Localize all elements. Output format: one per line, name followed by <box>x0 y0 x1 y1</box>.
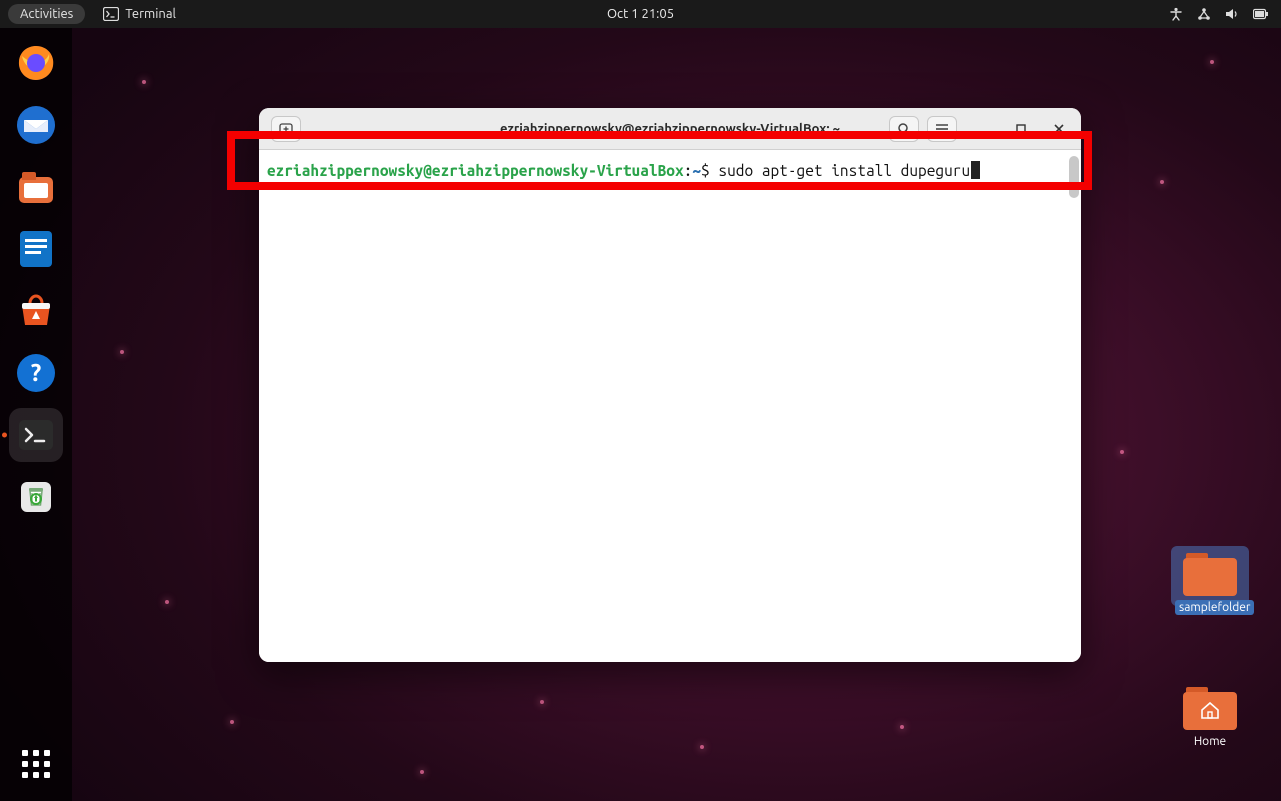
command-text: sudo apt-get install dupeguru <box>718 162 970 179</box>
decorative-star <box>142 80 146 84</box>
home-folder-icon <box>1183 686 1237 730</box>
decorative-star <box>1160 180 1164 184</box>
menu-button[interactable] <box>927 116 957 142</box>
system-status-area[interactable] <box>1169 7 1273 21</box>
dock: ? <box>0 28 72 801</box>
dock-ubuntu-software[interactable] <box>9 284 63 338</box>
terminal-scrollbar[interactable] <box>1069 156 1079 198</box>
terminal-cursor <box>971 161 980 179</box>
clock-button[interactable]: Oct 1 21:05 <box>607 7 674 21</box>
terminal-window: ezriahzippernowsky@ezriahzippernowsky-Vi… <box>259 108 1081 662</box>
search-icon <box>897 122 911 136</box>
files-icon <box>14 165 58 209</box>
decorative-star <box>1120 450 1124 454</box>
prompt-dollar: $ <box>701 162 718 179</box>
search-button[interactable] <box>889 116 919 142</box>
desktop-icon-label: samplefolder <box>1175 600 1254 615</box>
show-applications-icon <box>22 750 50 778</box>
clock-text: Oct 1 21:05 <box>607 7 674 21</box>
activities-label: Activities <box>20 7 73 21</box>
terminal-line: ezriahzippernowsky@ezriahzippernowsky-Vi… <box>267 160 1073 182</box>
terminal-icon <box>14 413 58 457</box>
close-icon <box>1053 123 1065 135</box>
close-button[interactable] <box>1047 117 1071 141</box>
minimize-button[interactable] <box>971 117 995 141</box>
thunderbird-icon <box>14 103 58 147</box>
terminal-titlebar[interactable]: ezriahzippernowsky@ezriahzippernowsky-Vi… <box>259 108 1081 150</box>
desktop-folder-samplefolder[interactable]: samplefolder <box>1175 552 1245 615</box>
trash-icon <box>14 475 58 519</box>
dock-show-applications[interactable] <box>9 737 63 791</box>
hamburger-icon <box>935 123 949 135</box>
dock-help[interactable]: ? <box>9 346 63 400</box>
window-title: ezriahzippernowsky@ezriahzippernowsky-Vi… <box>500 122 840 136</box>
decorative-star <box>120 350 124 354</box>
top-bar: Activities Terminal Oct 1 21:05 <box>0 0 1281 28</box>
dock-firefox[interactable] <box>9 36 63 90</box>
decorative-star <box>1210 60 1214 64</box>
new-tab-icon <box>279 122 293 136</box>
libreoffice-writer-icon <box>14 227 58 271</box>
folder-icon <box>1183 552 1237 596</box>
activities-button[interactable]: Activities <box>8 4 85 24</box>
svg-text:?: ? <box>31 359 42 386</box>
minimize-icon <box>977 123 989 135</box>
new-tab-button[interactable] <box>271 116 301 142</box>
dock-files[interactable] <box>9 160 63 214</box>
prompt-path: ~ <box>692 162 701 179</box>
decorative-star <box>540 700 544 704</box>
dock-trash[interactable] <box>9 470 63 524</box>
decorative-star <box>165 600 169 604</box>
maximize-button[interactable] <box>1009 117 1033 141</box>
terminal-app-icon <box>103 7 119 21</box>
desktop-home-folder[interactable]: Home <box>1175 686 1245 749</box>
volume-icon <box>1225 7 1239 21</box>
dock-terminal[interactable] <box>9 408 63 462</box>
maximize-icon <box>1015 123 1027 135</box>
ubuntu-software-icon <box>14 289 58 333</box>
decorative-star <box>700 745 704 749</box>
accessibility-icon <box>1169 7 1183 21</box>
decorative-star <box>230 720 234 724</box>
active-app-label: Terminal <box>125 7 176 21</box>
terminal-body[interactable]: ezriahzippernowsky@ezriahzippernowsky-Vi… <box>259 150 1081 662</box>
desktop-icon-label: Home <box>1190 734 1230 749</box>
decorative-star <box>900 725 904 729</box>
prompt-user-host: ezriahzippernowsky@ezriahzippernowsky-Vi… <box>267 162 684 179</box>
help-icon: ? <box>14 351 58 395</box>
decorative-star <box>420 770 424 774</box>
battery-icon <box>1253 8 1269 20</box>
dock-libreoffice-writer[interactable] <box>9 222 63 276</box>
dock-thunderbird[interactable] <box>9 98 63 152</box>
active-app-indicator[interactable]: Terminal <box>95 4 184 24</box>
firefox-icon <box>14 41 58 85</box>
network-icon <box>1197 7 1211 21</box>
